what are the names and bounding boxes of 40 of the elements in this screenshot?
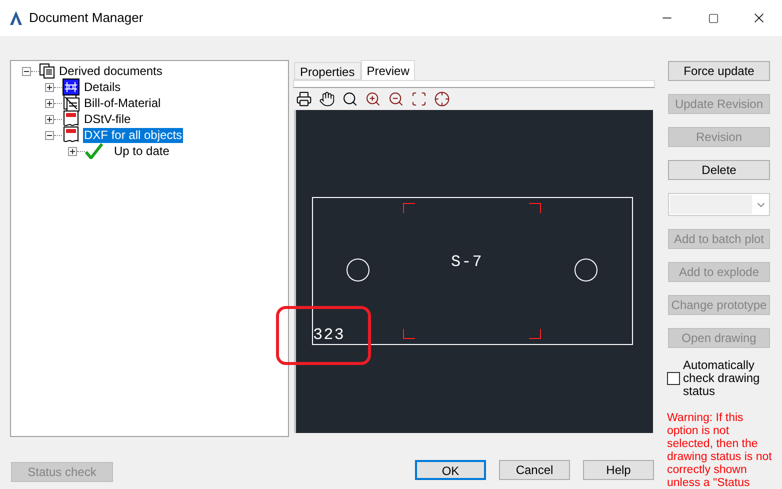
checkbox[interactable] [667, 372, 680, 385]
window-title: Document Manager [29, 9, 144, 28]
doc-file-icon [62, 126, 80, 144]
checkmark-icon [85, 143, 103, 159]
zoom-realtime-icon[interactable] [342, 91, 358, 107]
print-icon[interactable] [296, 91, 312, 107]
tree-item[interactable]: DXF for all objects [83, 128, 184, 142]
documents-icon [39, 63, 55, 79]
checkbox-label: Automatically check drawing status [683, 359, 761, 398]
tree-item[interactable]: Bill-of-Material [83, 96, 162, 110]
document-stack-icon [62, 94, 80, 112]
dialog-button[interactable]: Help [583, 460, 654, 480]
tab[interactable]: Preview [360, 60, 416, 80]
expander-toggle[interactable] [22, 66, 31, 76]
tree-item[interactable]: Details [83, 80, 122, 94]
expander-toggle[interactable] [45, 130, 54, 140]
maximize-icon[interactable] [708, 12, 718, 24]
part-label: S-7 [451, 253, 483, 271]
zoom-out-icon[interactable] [388, 91, 404, 107]
tree-item[interactable]: Up to date [113, 144, 170, 158]
doc-file-icon [62, 110, 80, 128]
warning-text: Warning: If this option is not selected, then the drawing status is not correctly shown unless a "Status [667, 412, 773, 489]
dialog-button[interactable]: Cancel [499, 460, 570, 480]
tab[interactable]: Properties [294, 62, 361, 80]
zoom-in-icon[interactable] [365, 91, 381, 107]
expander-toggle[interactable] [45, 82, 54, 92]
expander-toggle[interactable] [68, 146, 77, 156]
action-button[interactable]: Delete [668, 160, 770, 180]
zoom-extents-icon[interactable] [434, 91, 450, 107]
tree-item[interactable]: DStV-file [83, 112, 132, 126]
app-logo-icon [8, 10, 24, 26]
dialog-button[interactable]: OK [415, 460, 486, 480]
zoom-window-icon[interactable] [411, 91, 427, 107]
action-button[interactable]: Force update [668, 61, 770, 81]
dimension-label: 323 [313, 326, 345, 344]
hand-icon[interactable] [319, 91, 335, 107]
blueprint-icon [62, 78, 80, 96]
tree-item[interactable]: Derived documents [58, 64, 164, 78]
expander-toggle[interactable] [45, 98, 54, 108]
expander-toggle[interactable] [45, 114, 54, 124]
